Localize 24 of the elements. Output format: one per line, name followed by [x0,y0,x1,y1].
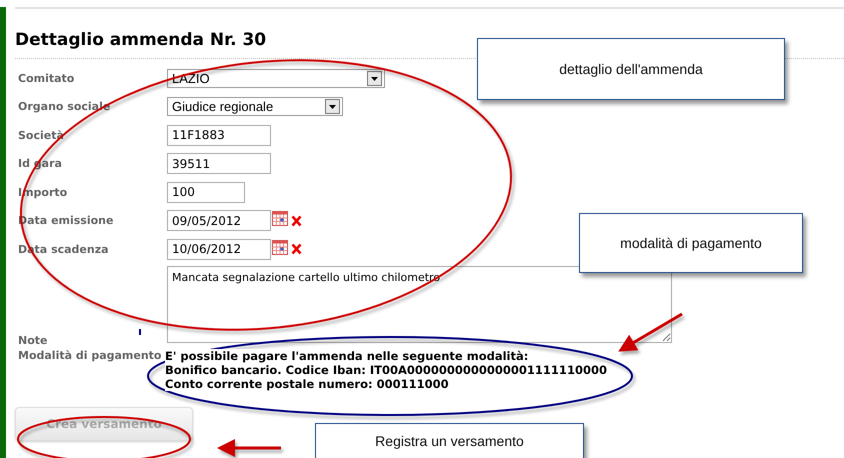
input-field[interactable]: 09/05/2012 [167,210,271,232]
payment-info: Bonifico bancario. Codice Iban: IT00A0000000000000001111110000 [165,362,607,376]
clear-icon[interactable] [291,243,302,256]
callout-box: dettaglio dell'ammenda [477,38,785,100]
calendar-icon[interactable] [272,238,288,255]
input-field[interactable]: 11F1883 [167,124,271,146]
callout-box: modalità di pagamento [579,213,803,273]
dropdown[interactable]: Giudice regionale [167,97,343,116]
arrow [217,439,281,457]
input-field[interactable]: 10/06/2012 [167,238,271,260]
payment-info: Conto corrente postale numero: 000111000 [165,376,449,390]
clear-icon[interactable] [291,214,302,227]
notes-field[interactable]: Mancata segnalazione cartello ultimo chilometro [167,266,672,342]
arrow [618,312,683,352]
field-label: Modalità di pagamento [18,348,162,362]
calendar-icon[interactable] [272,210,288,226]
field-label: Note [18,334,48,346]
input-field[interactable]: 100 [167,182,245,203]
input-field[interactable]: 39511 [167,153,271,174]
field-label: Comitato [18,72,76,85]
stroke-mark [139,329,141,335]
callout-box: Registra un versamento [315,423,584,458]
field-label: Società [18,128,65,142]
payment-info: E' possibile pagare l'ammenda nelle seguente modalità: [165,348,528,362]
